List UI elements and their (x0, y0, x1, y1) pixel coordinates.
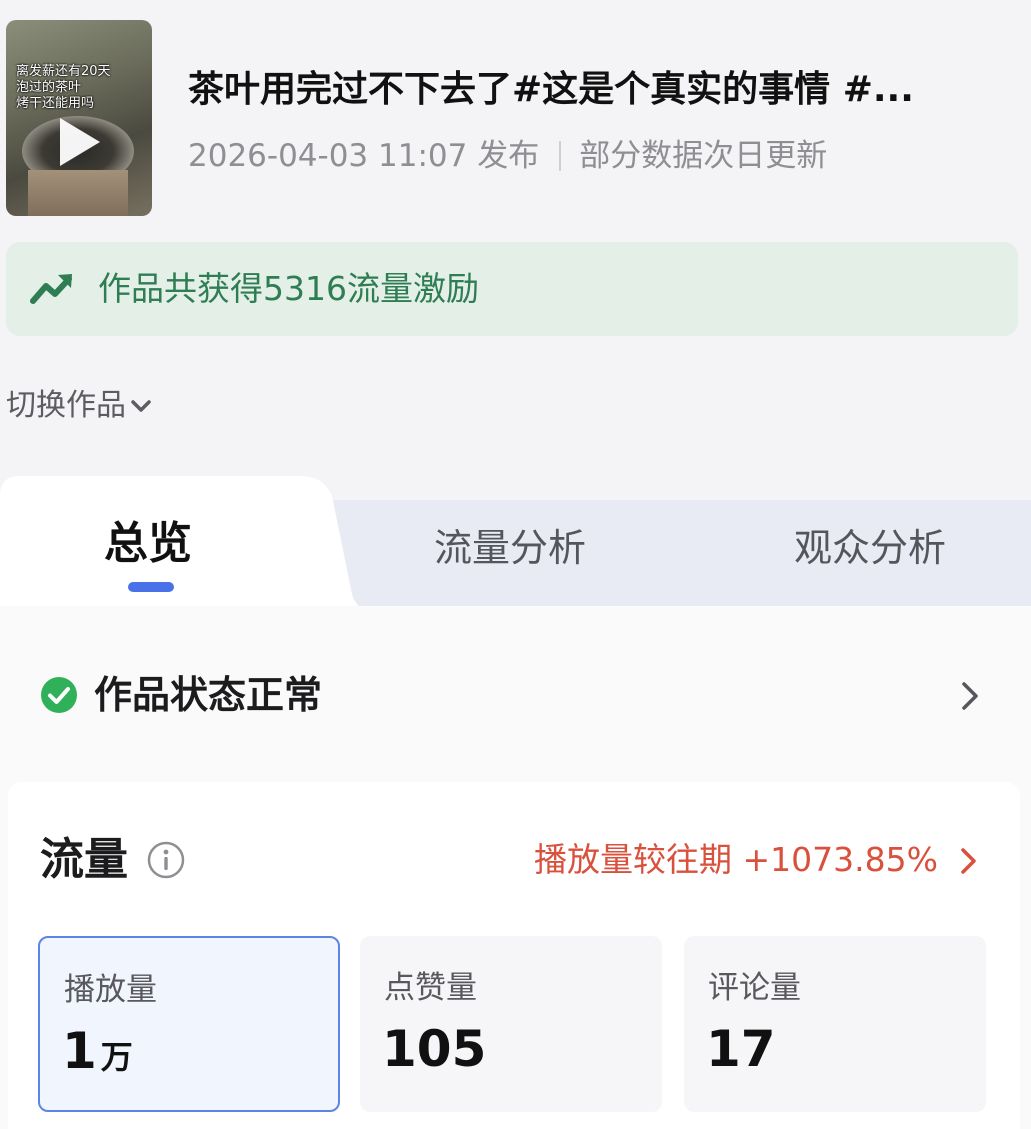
chevron-right-icon[interactable] (956, 844, 982, 878)
check-circle-icon (41, 677, 77, 713)
video-meta: 2026-04-03 11:07 发布 部分数据次日更新 (188, 134, 827, 178)
metric-label: 点赞量 (384, 970, 477, 1006)
metric-value: 1万 (62, 1016, 133, 1092)
metric-label: 评论量 (708, 970, 801, 1006)
trend-up-icon (30, 274, 72, 304)
traffic-title: 流量 (40, 834, 128, 885)
metric-value: 17 (706, 1014, 776, 1084)
thumbnail-caption-line: 离发薪还有20天 (16, 64, 111, 79)
chevron-right-icon[interactable] (956, 678, 984, 714)
play-comparison-link[interactable]: 播放量较往期 +1073.85% (534, 836, 938, 884)
metric-comments[interactable]: 评论量 17 (684, 936, 986, 1112)
video-title[interactable]: 茶叶用完过不下去了#这是个真实的事情 #... (188, 64, 1008, 116)
play-icon[interactable] (60, 118, 100, 166)
metric-unit: 万 (100, 1038, 133, 1076)
switch-work-label: 切换作品 (6, 388, 126, 423)
chevron-down-icon (131, 400, 151, 412)
info-icon[interactable] (146, 840, 186, 880)
active-tab-indicator (128, 582, 174, 592)
metric-number: 17 (706, 1020, 776, 1078)
metric-number: 1 (62, 1022, 97, 1080)
update-note: 部分数据次日更新 (579, 138, 828, 174)
metric-plays[interactable]: 播放量 1万 (38, 936, 340, 1112)
metric-value: 105 (382, 1014, 486, 1084)
thumbnail-caption-line: 泡过的茶叶 (16, 80, 82, 95)
publish-time: 2026-04-03 11:07 发布 (188, 138, 540, 174)
metric-label: 播放量 (64, 972, 157, 1008)
tab-traffic-analysis[interactable]: 流量分析 (434, 520, 586, 576)
switch-work-button[interactable]: 切换作品 (6, 384, 156, 428)
tab-audience-analysis[interactable]: 观众分析 (794, 520, 946, 576)
work-status-label[interactable]: 作品状态正常 (94, 668, 322, 722)
thumbnail-caption-line: 烤干还能用吗 (16, 96, 95, 111)
traffic-incentive-banner[interactable]: 作品共获得5316流量激励 (6, 242, 1018, 336)
thumbnail-caption: 离发薪还有20天 泡过的茶叶 烤干还能用吗 (16, 64, 146, 112)
video-thumbnail[interactable]: 离发薪还有20天 泡过的茶叶 烤干还能用吗 (6, 20, 152, 216)
tab-overview[interactable]: 总览 (104, 516, 192, 572)
metric-number: 105 (382, 1020, 487, 1078)
metric-likes[interactable]: 点赞量 105 (360, 936, 662, 1112)
incentive-text: 作品共获得5316流量激励 (98, 269, 479, 308)
meta-divider (559, 141, 562, 171)
thumbnail-jar-image (28, 170, 128, 216)
